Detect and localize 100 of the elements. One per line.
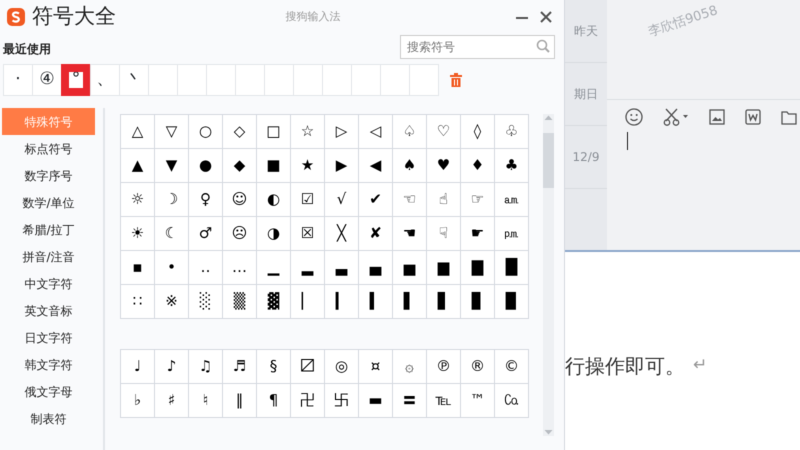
symbol-cell[interactable]: ◊ [461, 115, 495, 149]
category-tab[interactable]: 希腊/拉丁 [2, 216, 95, 243]
symbol-cell[interactable]: ♮ [189, 384, 223, 418]
symbol-cell[interactable]: ㏘ [495, 217, 529, 251]
empty-slot[interactable] [206, 64, 236, 96]
symbol-cell[interactable]: ✔ [359, 183, 393, 217]
symbol-cell[interactable]: □ [257, 115, 291, 149]
symbol-cell[interactable]: ▬ [359, 384, 393, 418]
category-tab[interactable]: 数学/单位 [2, 189, 95, 216]
symbol-cell[interactable]: ▊ [461, 285, 495, 319]
symbol-cell[interactable]: … [223, 251, 257, 285]
symbol-cell[interactable]: ♬ [223, 350, 257, 384]
empty-slot[interactable] [235, 64, 265, 96]
symbol-cell[interactable]: ▅ [393, 251, 427, 285]
symbol-cell[interactable]: • [155, 251, 189, 285]
symbol-cell[interactable]: ☟ [427, 217, 461, 251]
symbol-cell[interactable]: ◆ [223, 149, 257, 183]
category-tab[interactable]: 俄文字母 [2, 378, 95, 405]
symbol-cell[interactable]: ★ [291, 149, 325, 183]
symbol-cell[interactable]: █ [495, 251, 529, 285]
symbol-cell[interactable]: ▼ [155, 149, 189, 183]
scissors-icon[interactable] [663, 108, 689, 126]
scrollbar[interactable] [543, 114, 554, 436]
symbol-cell[interactable]: ☚ [393, 217, 427, 251]
recent-symbol[interactable]: ④ [32, 64, 62, 96]
image-icon[interactable] [709, 109, 725, 125]
category-tab[interactable]: 中文字符 [2, 270, 95, 297]
symbol-cell[interactable]: ☑ [291, 183, 325, 217]
symbol-cell[interactable]: ✘ [359, 217, 393, 251]
symbol-cell[interactable]: ☾ [155, 217, 189, 251]
symbol-cell[interactable]: ♪ [155, 350, 189, 384]
symbol-cell[interactable]: √ [325, 183, 359, 217]
symbol-cell[interactable]: ♣ [495, 149, 529, 183]
document-icon[interactable] [745, 109, 761, 125]
symbol-cell[interactable]: ◑ [257, 217, 291, 251]
symbol-cell[interactable]: 卐 [325, 384, 359, 418]
symbol-cell[interactable]: ▽ [155, 115, 189, 149]
symbol-cell[interactable]: ※ [155, 285, 189, 319]
symbol-cell[interactable]: 卍 [291, 384, 325, 418]
symbol-cell[interactable]: ♠ [393, 149, 427, 183]
symbol-cell[interactable]: ▌ [393, 285, 427, 319]
symbol-cell[interactable]: ♧ [495, 115, 529, 149]
symbol-cell[interactable]: ∷ [121, 285, 155, 319]
symbol-cell[interactable]: ♀ [189, 183, 223, 217]
symbol-cell[interactable]: ☽ [155, 183, 189, 217]
folder-icon[interactable] [781, 110, 797, 124]
symbol-cell[interactable]: © [495, 350, 529, 384]
empty-slot[interactable] [409, 64, 439, 96]
symbol-cell[interactable]: ♫ [189, 350, 223, 384]
symbol-cell[interactable]: ☆ [291, 115, 325, 149]
symbol-cell[interactable]: ☜ [393, 183, 427, 217]
symbol-cell[interactable]: ♡ [427, 115, 461, 149]
symbol-cell[interactable]: ■ [257, 149, 291, 183]
category-tab[interactable]: 制表符 [2, 405, 95, 432]
symbol-cell[interactable]: ㏂ [495, 183, 529, 217]
symbol-cell[interactable]: ▎ [325, 285, 359, 319]
smiley-icon[interactable] [625, 108, 643, 126]
symbol-cell[interactable]: ☹ [223, 217, 257, 251]
empty-slot[interactable] [293, 64, 323, 96]
symbol-cell[interactable]: ▂ [291, 251, 325, 285]
symbol-cell[interactable]: ░ [189, 285, 223, 319]
scroll-thumb[interactable] [543, 133, 554, 188]
symbol-cell[interactable]: ▋ [427, 285, 461, 319]
symbol-cell[interactable]: ▶ [325, 149, 359, 183]
category-tab[interactable]: 拼音/注音 [2, 243, 95, 270]
symbol-cell[interactable]: ▉ [495, 285, 529, 319]
symbol-cell[interactable]: ◀ [359, 149, 393, 183]
symbol-cell[interactable]: ☛ [461, 217, 495, 251]
symbol-cell[interactable]: ◁ [359, 115, 393, 149]
symbol-cell[interactable]: ▆ [427, 251, 461, 285]
symbol-cell[interactable]: ℗ [427, 350, 461, 384]
symbol-cell[interactable]: ™ [461, 384, 495, 418]
category-tab[interactable]: 韩文字符 [2, 351, 95, 378]
symbol-cell[interactable]: ▷ [325, 115, 359, 149]
category-tab[interactable]: 英文音标 [2, 297, 95, 324]
symbol-cell[interactable]: ♂ [189, 217, 223, 251]
empty-slot[interactable] [380, 64, 410, 96]
symbol-cell[interactable]: ♯ [155, 384, 189, 418]
symbol-cell[interactable]: ☞ [461, 183, 495, 217]
symbol-cell[interactable]: ▇ [461, 251, 495, 285]
symbol-cell[interactable]: ㏇ [495, 384, 529, 418]
symbol-cell[interactable]: ♭ [121, 384, 155, 418]
symbol-cell[interactable]: ۞ [393, 350, 427, 384]
symbol-cell[interactable]: ▁ [257, 251, 291, 285]
symbol-cell[interactable]: ▒ [223, 285, 257, 319]
symbol-cell[interactable]: 〼 [291, 350, 325, 384]
empty-slot[interactable] [177, 64, 207, 96]
symbol-cell[interactable]: ℡ [427, 384, 461, 418]
symbol-cell[interactable]: ▄ [359, 251, 393, 285]
symbol-cell[interactable]: ☀ [121, 217, 155, 251]
symbol-cell[interactable]: △ [121, 115, 155, 149]
symbol-cell[interactable]: ◐ [257, 183, 291, 217]
symbol-cell[interactable]: ☝ [427, 183, 461, 217]
category-tab[interactable]: 日文字符 [2, 324, 95, 351]
symbol-cell[interactable]: ◇ [223, 115, 257, 149]
symbol-cell[interactable]: ☒ [291, 217, 325, 251]
symbol-cell[interactable]: ▍ [359, 285, 393, 319]
symbol-cell[interactable]: ☺ [223, 183, 257, 217]
search-field[interactable]: 搜索符号 [400, 35, 555, 59]
empty-slot[interactable] [322, 64, 352, 96]
